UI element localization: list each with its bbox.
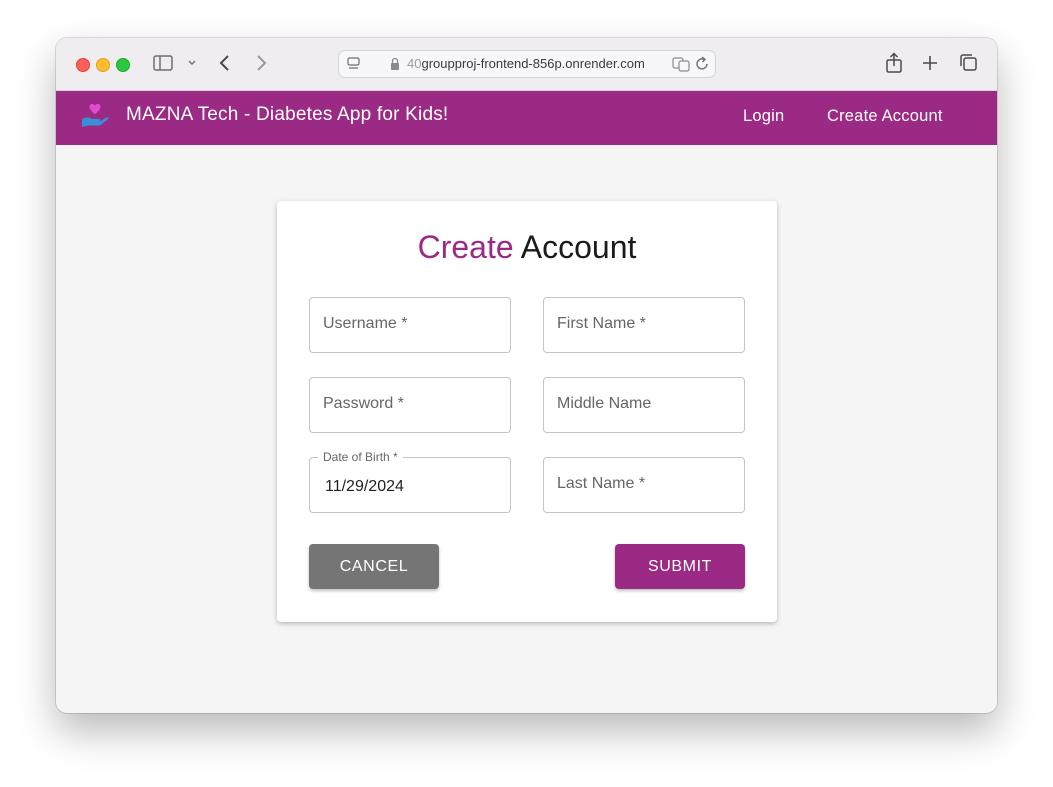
password-label: Password *	[323, 395, 404, 412]
url-text[interactable]: 40groupproj-frontend-856p.onrender.com	[407, 56, 645, 71]
username-label: Username *	[323, 315, 408, 332]
last-name-label: Last Name *	[557, 475, 646, 492]
address-bar[interactable]: 40groupproj-frontend-856p.onrender.com	[338, 50, 716, 78]
browser-toolbar: 40groupproj-frontend-856p.onrender.com	[56, 38, 997, 91]
minimize-window-button[interactable]	[96, 58, 110, 72]
cancel-button[interactable]: CANCEL	[309, 544, 439, 589]
lock-icon	[391, 57, 399, 70]
back-icon[interactable]	[219, 54, 231, 72]
tab-overview-icon[interactable]	[959, 53, 978, 72]
heart-hand-logo-icon	[82, 103, 109, 127]
title-accent: Create	[417, 229, 514, 265]
first-name-field[interactable]: First Name *	[543, 297, 745, 353]
first-name-label: First Name *	[557, 315, 646, 332]
close-window-button[interactable]	[76, 58, 90, 72]
title-rest: Account	[513, 229, 637, 265]
maximize-window-button[interactable]	[116, 58, 130, 72]
forward-icon[interactable]	[255, 54, 267, 72]
middle-name-field[interactable]: Middle Name	[543, 377, 745, 433]
middle-name-label: Middle Name	[557, 395, 652, 412]
new-tab-icon[interactable]	[922, 55, 938, 71]
username-field[interactable]: Username *	[309, 297, 511, 353]
translate-icon[interactable]	[672, 56, 690, 72]
date-of-birth-label: Date of Birth *	[318, 450, 403, 464]
app-header: MAZNA Tech - Diabetes App for Kids! Logi…	[56, 91, 997, 145]
url-domain: groupproj-frontend-856p.onrender.com	[421, 56, 645, 71]
browser-window: 40groupproj-frontend-856p.onrender.com M…	[56, 38, 997, 713]
chevron-down-icon[interactable]	[187, 59, 197, 67]
page-menu-icon[interactable]	[347, 57, 361, 71]
app-brand-title[interactable]: MAZNA Tech - Diabetes App for Kids!	[126, 104, 448, 126]
share-icon[interactable]	[885, 52, 903, 74]
page-title: Create Account	[277, 229, 777, 266]
password-field[interactable]: Password *	[309, 377, 511, 433]
date-of-birth-field[interactable]: Date of Birth * 11/29/2024	[309, 450, 511, 513]
reload-icon[interactable]	[696, 56, 710, 72]
submit-button[interactable]: SUBMIT	[615, 544, 745, 589]
sidebar-icon[interactable]	[153, 55, 173, 71]
last-name-field[interactable]: Last Name *	[543, 457, 745, 513]
nav-create-account-link[interactable]: Create Account	[827, 107, 943, 126]
url-prefix: 40	[407, 56, 422, 71]
date-of-birth-value[interactable]: 11/29/2024	[325, 478, 404, 496]
create-account-card: Create Account Username * First Name * P…	[277, 201, 777, 622]
nav-login-link[interactable]: Login	[743, 107, 784, 126]
